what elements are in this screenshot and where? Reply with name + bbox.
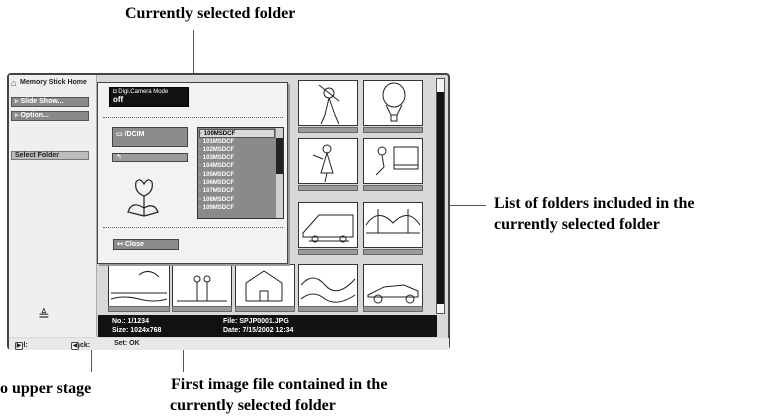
close-button[interactable]: ↤ Close xyxy=(113,239,179,250)
pianist-icon xyxy=(375,146,419,176)
folder-item[interactable]: ◦ 107MSDCF xyxy=(199,187,275,196)
memory-stick-logo-icon: ≜ xyxy=(38,307,50,323)
up-folder-icon: ↰ xyxy=(116,154,122,161)
divider xyxy=(103,117,283,118)
thumbnail[interactable] xyxy=(298,202,358,248)
image-date: Date: 7/15/2002 12:34 xyxy=(223,327,294,334)
bridge-icon xyxy=(365,209,421,234)
baseball-player-icon xyxy=(318,84,340,125)
divider xyxy=(103,227,283,228)
callout-folder-list-1: List of folders included in the xyxy=(494,195,695,212)
current-folder-button[interactable]: ▭ /DCIM xyxy=(112,127,188,147)
folder-item[interactable]: ◦ 109MSDCF xyxy=(199,204,275,213)
folder-icon: ▭ xyxy=(116,131,125,138)
house-icon xyxy=(245,270,283,302)
thumbnail[interactable] xyxy=(363,138,423,184)
waves-icon xyxy=(300,277,356,303)
upper-stage-button[interactable]: ↰ xyxy=(112,153,188,162)
callout-upper-stage: o upper stage xyxy=(0,380,92,397)
callout-current-folder: Currently selected folder xyxy=(125,5,296,22)
thumbnail[interactable] xyxy=(298,264,358,310)
image-size: Size: 1024x768 xyxy=(112,327,162,334)
singer-icon xyxy=(312,144,334,183)
image-file-name: File: SPJP0001.JPG xyxy=(223,318,289,325)
race-car-icon xyxy=(367,284,419,304)
callout-first-image-2: currently selected folder xyxy=(170,397,336,414)
thumbnail[interactable] xyxy=(298,80,358,126)
folder-list-scroll-thumb[interactable] xyxy=(276,138,283,174)
thumbnail[interactable] xyxy=(235,264,295,310)
memory-stick-home-title: Memory Stick Home xyxy=(20,79,87,86)
option-button[interactable]: ▹ Option... xyxy=(11,111,89,121)
digi-camera-mode-box[interactable]: ◘ Digi.Camera Mode off xyxy=(109,87,189,107)
set-ok-label: Set: OK xyxy=(114,340,140,347)
image-number: No.: 1/1234 xyxy=(112,318,149,325)
folder-item[interactable]: ◦ 104MSDCF xyxy=(199,162,275,171)
tulip-image-icon xyxy=(127,179,159,217)
hot-air-balloon-icon xyxy=(382,82,406,122)
slide-show-button[interactable]: ▹ Slide Show... xyxy=(11,97,89,107)
thumbnail[interactable] xyxy=(363,264,423,310)
callout-folder-list-2: currently selected folder xyxy=(494,216,660,233)
thumbnail[interactable] xyxy=(363,202,423,248)
leader-line-current-folder xyxy=(193,30,194,78)
select-folder-item[interactable]: Select Folder xyxy=(11,151,89,160)
folder-item[interactable]: ◦ 100MSDCF xyxy=(199,129,275,138)
back-arrow-icon: ↤ xyxy=(117,241,125,248)
left-key-icon: ◀ xyxy=(71,342,79,350)
image-info-bar: No.: 1/1234 Size: 1024x768 File: SPJP000… xyxy=(98,315,437,337)
couple-icon xyxy=(177,275,227,302)
right-key-icon: ▶ xyxy=(15,342,23,350)
thumbnail[interactable] xyxy=(363,80,423,126)
thumbnail-scroll-thumb[interactable] xyxy=(437,92,444,304)
train-icon xyxy=(302,214,354,243)
callout-first-image-1: First image file contained in the xyxy=(171,376,388,393)
beach-icon xyxy=(110,271,168,302)
thumbnail[interactable] xyxy=(172,264,232,310)
thumbnail[interactable] xyxy=(108,264,170,310)
bottom-help-bar: Sel: ▲▼▶ Back: ◀ Set: OK xyxy=(9,338,449,350)
thumbnail[interactable] xyxy=(298,138,358,184)
digi-camera-mode-value: off xyxy=(113,95,124,104)
